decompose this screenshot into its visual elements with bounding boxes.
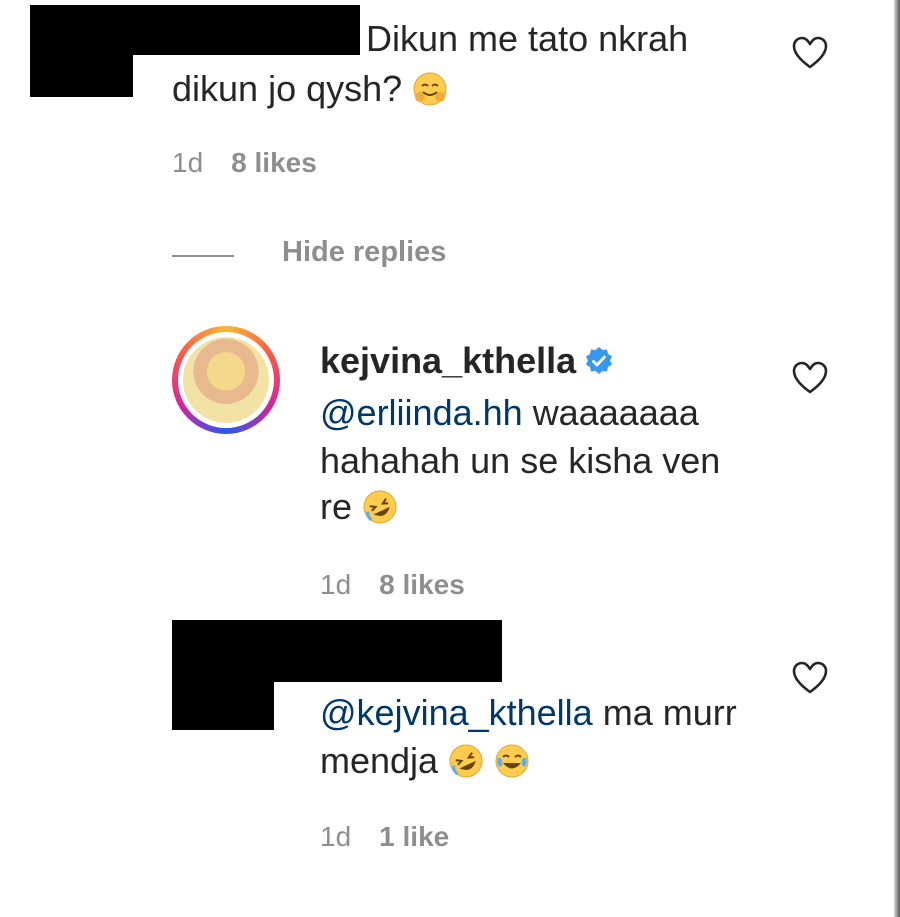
reply-text-line-1: @erliinda.hh waaaaaaa <box>320 392 699 433</box>
reply-text-line-3: re <box>320 484 398 530</box>
hugging-face-icon <box>413 72 447 106</box>
like-heart-icon[interactable] <box>792 36 828 70</box>
reply-likes[interactable]: 8 likes <box>379 569 465 601</box>
rolling-on-floor-laughing-icon <box>363 490 397 524</box>
rolling-on-floor-laughing-icon <box>449 744 483 778</box>
reply-text-line-2: mendja <box>320 738 530 784</box>
avatar[interactable] <box>172 326 280 434</box>
verified-badge-icon <box>586 347 613 374</box>
avatar-photo <box>183 337 269 423</box>
mention-link[interactable]: @kejvina_kthella <box>320 692 593 733</box>
tears-of-joy-icon <box>495 744 529 778</box>
hide-replies-button[interactable]: Hide replies <box>282 236 446 269</box>
reply-meta: 1d 8 likes <box>320 569 465 601</box>
comment-meta: 1d 8 likes <box>172 147 317 179</box>
reply-likes[interactable]: 1 like <box>379 821 449 853</box>
comment-likes[interactable]: 8 likes <box>231 147 317 179</box>
reply-time[interactable]: 1d <box>320 821 351 853</box>
comment-text-line-2: dikun jo qysh? <box>172 66 448 112</box>
redacted-username <box>30 5 360 55</box>
redacted-avatar <box>172 682 274 730</box>
comment-time[interactable]: 1d <box>172 147 203 179</box>
reply-time[interactable]: 1d <box>320 569 351 601</box>
like-heart-icon[interactable] <box>792 661 828 695</box>
comment-text-line-1: Dikun me tato nkrah <box>366 18 689 59</box>
reply-text-line-2: hahahah un se kisha ven <box>320 440 721 481</box>
redacted-username <box>172 620 502 682</box>
reply-text-line-1: @kejvina_kthella ma murr <box>320 692 737 733</box>
hide-replies-line <box>172 255 234 257</box>
redacted-avatar <box>30 55 133 97</box>
reply-meta: 1d 1 like <box>320 821 449 853</box>
window-edge <box>894 0 900 917</box>
reply-username[interactable]: kejvina_kthella <box>320 340 576 382</box>
like-heart-icon[interactable] <box>792 361 828 395</box>
reply-username-row: kejvina_kthella <box>320 340 614 382</box>
mention-link[interactable]: @erliinda.hh <box>320 392 523 433</box>
